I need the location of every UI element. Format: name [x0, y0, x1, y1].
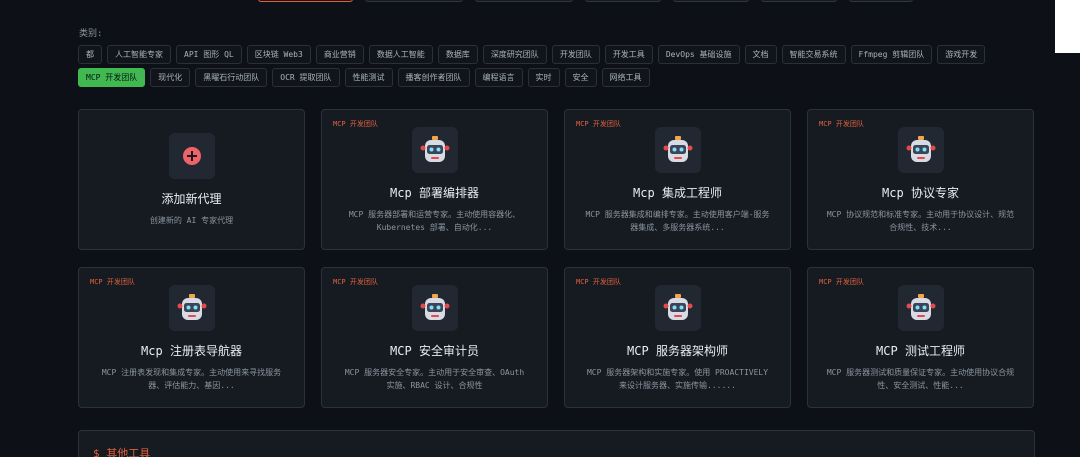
agent-card[interactable]: MCP 开发团队 Mcp 集成工程师 MCP 服务器集成和编排专家。主动使用客户… [564, 109, 791, 250]
agent-badge: MCP 开发团队 [90, 278, 135, 286]
agent-badge: MCP 开发团队 [819, 120, 864, 128]
agent-avatar [411, 285, 458, 331]
agent-title: Mcp 部署编排器 [390, 186, 479, 200]
agent-title: Mcp 集成工程师 [633, 186, 722, 200]
agent-grid: 添加新代理 创建新的 AI 专家代理 MCP 开发团队 Mcp 部署编排器 MC… [78, 109, 1035, 408]
top-tab[interactable] [365, 0, 463, 2]
agent-avatar [654, 285, 701, 331]
agent-desc: MCP 服务器测试和质量保证专家。主动使用协议合规性、安全测试、性能... [826, 368, 1015, 390]
agent-badge: MCP 开发团队 [333, 278, 378, 286]
agent-avatar [897, 285, 944, 331]
category-tag[interactable]: 黑曜石行动团队 [195, 68, 268, 87]
agent-badge: MCP 开发团队 [576, 120, 621, 128]
category-tag[interactable]: OCR 提取团队 [272, 68, 340, 87]
other-tools-title: $ 其他工具 [93, 447, 151, 457]
category-tag[interactable]: 现代化 [150, 68, 191, 87]
agent-title: Mcp 协议专家 [882, 186, 959, 200]
agent-title: MCP 测试工程师 [876, 344, 965, 358]
category-tag[interactable]: 人工智能专家 [107, 45, 171, 64]
category-tag[interactable]: 性能测试 [344, 68, 393, 87]
agent-avatar [411, 127, 458, 173]
top-tabs [258, 0, 913, 2]
add-icon-box [168, 133, 215, 179]
category-label: 类别: [79, 29, 103, 39]
category-tag[interactable]: 开发工具 [604, 45, 653, 64]
agent-title: Mcp 注册表导航器 [141, 344, 242, 358]
agent-desc: MCP 服务器集成和编排专家。主动使用客户端-服务器集成、多服务器系统... [585, 210, 770, 232]
plus-circle-icon [182, 147, 201, 165]
category-tag[interactable]: 都 [78, 45, 102, 64]
robot-icon [663, 294, 692, 320]
agent-desc: MCP 服务器部署和运营专家。主动使用容器化、Kubernetes 部署、自动化… [348, 210, 521, 232]
agent-badge: MCP 开发团队 [819, 278, 864, 286]
category-tag[interactable]: MCP 开发团队 [78, 68, 146, 87]
robot-icon [420, 294, 449, 320]
agent-card[interactable]: MCP 开发团队 Mcp 部署编排器 MCP 服务器部署和运营专家。主动使用容器… [321, 109, 548, 250]
add-agent-title: 添加新代理 [161, 192, 222, 206]
top-tab[interactable] [761, 0, 837, 2]
top-tab[interactable] [475, 0, 573, 2]
agent-badge: MCP 开发团队 [333, 120, 378, 128]
agent-card[interactable]: MCP 开发团队 MCP 测试工程师 MCP 服务器测试和质量保证专家。主动使用… [807, 267, 1034, 408]
agent-desc: MCP 协议规范和标准专家。主动用于协议设计、规范合规性、技术... [826, 210, 1015, 232]
top-tab[interactable] [849, 0, 913, 2]
category-tag[interactable]: 网络工具 [601, 68, 650, 87]
category-tags: 都人工智能专家 API 图形 QL 区块链 Web3 商业营销 数据人工智能 数据库 深度研… [78, 45, 998, 87]
category-tag[interactable]: DevOps 基础设施 [657, 45, 740, 64]
agent-desc: MCP 服务器架构和实施专家。使用 PROACTIVELY 来设计服务器、实施传… [586, 368, 769, 390]
category-tag[interactable]: 游戏开发 [937, 45, 986, 64]
category-tag[interactable]: 深度研究团队 [482, 45, 547, 64]
category-tag[interactable]: 播客创作者团队 [397, 68, 470, 87]
top-tab[interactable] [585, 0, 661, 2]
white-panel [1055, 0, 1080, 53]
top-tab[interactable] [258, 0, 353, 2]
agent-card[interactable]: MCP 开发团队 MCP 安全审计员 MCP 服务器安全专家。主动用于安全审查、… [321, 267, 548, 408]
agent-desc: MCP 注册表发现和集成专家。主动使用来寻找服务器、评估能力、基因... [101, 368, 282, 390]
robot-icon [420, 136, 449, 162]
add-agent-card[interactable]: 添加新代理 创建新的 AI 专家代理 [78, 109, 305, 250]
robot-icon [663, 136, 692, 162]
agent-avatar [654, 127, 701, 173]
agent-card[interactable]: MCP 开发团队 Mcp 注册表导航器 MCP 注册表发现和集成专家。主动使用来… [78, 267, 305, 408]
robot-icon [177, 294, 206, 320]
add-agent-desc: 创建新的 AI 专家代理 [149, 216, 234, 225]
agent-title: MCP 安全审计员 [390, 344, 479, 358]
top-tab[interactable] [673, 0, 749, 2]
category-tag[interactable]: 数据人工智能 [368, 45, 433, 64]
agent-badge: MCP 开发团队 [576, 278, 621, 286]
agent-title: MCP 服务器架构师 [627, 344, 728, 358]
category-tag[interactable]: API 图形 QL [176, 45, 242, 64]
other-tools-section: $ 其他工具 [78, 430, 1035, 457]
category-tag[interactable]: 商业营销 [315, 45, 364, 64]
category-tag[interactable]: 编程语言 [474, 68, 523, 87]
category-tag[interactable]: 安全 [564, 68, 597, 87]
robot-icon [906, 294, 935, 320]
agent-desc: MCP 服务器安全专家。主动用于安全审查、OAuth 实施、RBAC 设计、合规… [344, 368, 525, 390]
agent-avatar [897, 127, 944, 173]
agent-avatar [168, 285, 215, 331]
category-tag[interactable]: 数据库 [437, 45, 478, 64]
category-tag[interactable]: 区块链 Web3 [246, 45, 311, 64]
category-tag[interactable]: Ffmpeg 剪辑团队 [850, 45, 933, 64]
agent-card[interactable]: MCP 开发团队 MCP 服务器架构师 MCP 服务器架构和实施专家。使用 PR… [564, 267, 791, 408]
agent-card[interactable]: MCP 开发团队 Mcp 协议专家 MCP 协议规范和标准专家。主动用于协议设计… [807, 109, 1034, 250]
category-tag[interactable]: 文档 [744, 45, 777, 64]
robot-icon [906, 136, 935, 162]
category-tag[interactable]: 智能交易系统 [781, 45, 846, 64]
category-tag[interactable]: 开发团队 [551, 45, 600, 64]
category-tag[interactable]: 实时 [527, 68, 560, 87]
